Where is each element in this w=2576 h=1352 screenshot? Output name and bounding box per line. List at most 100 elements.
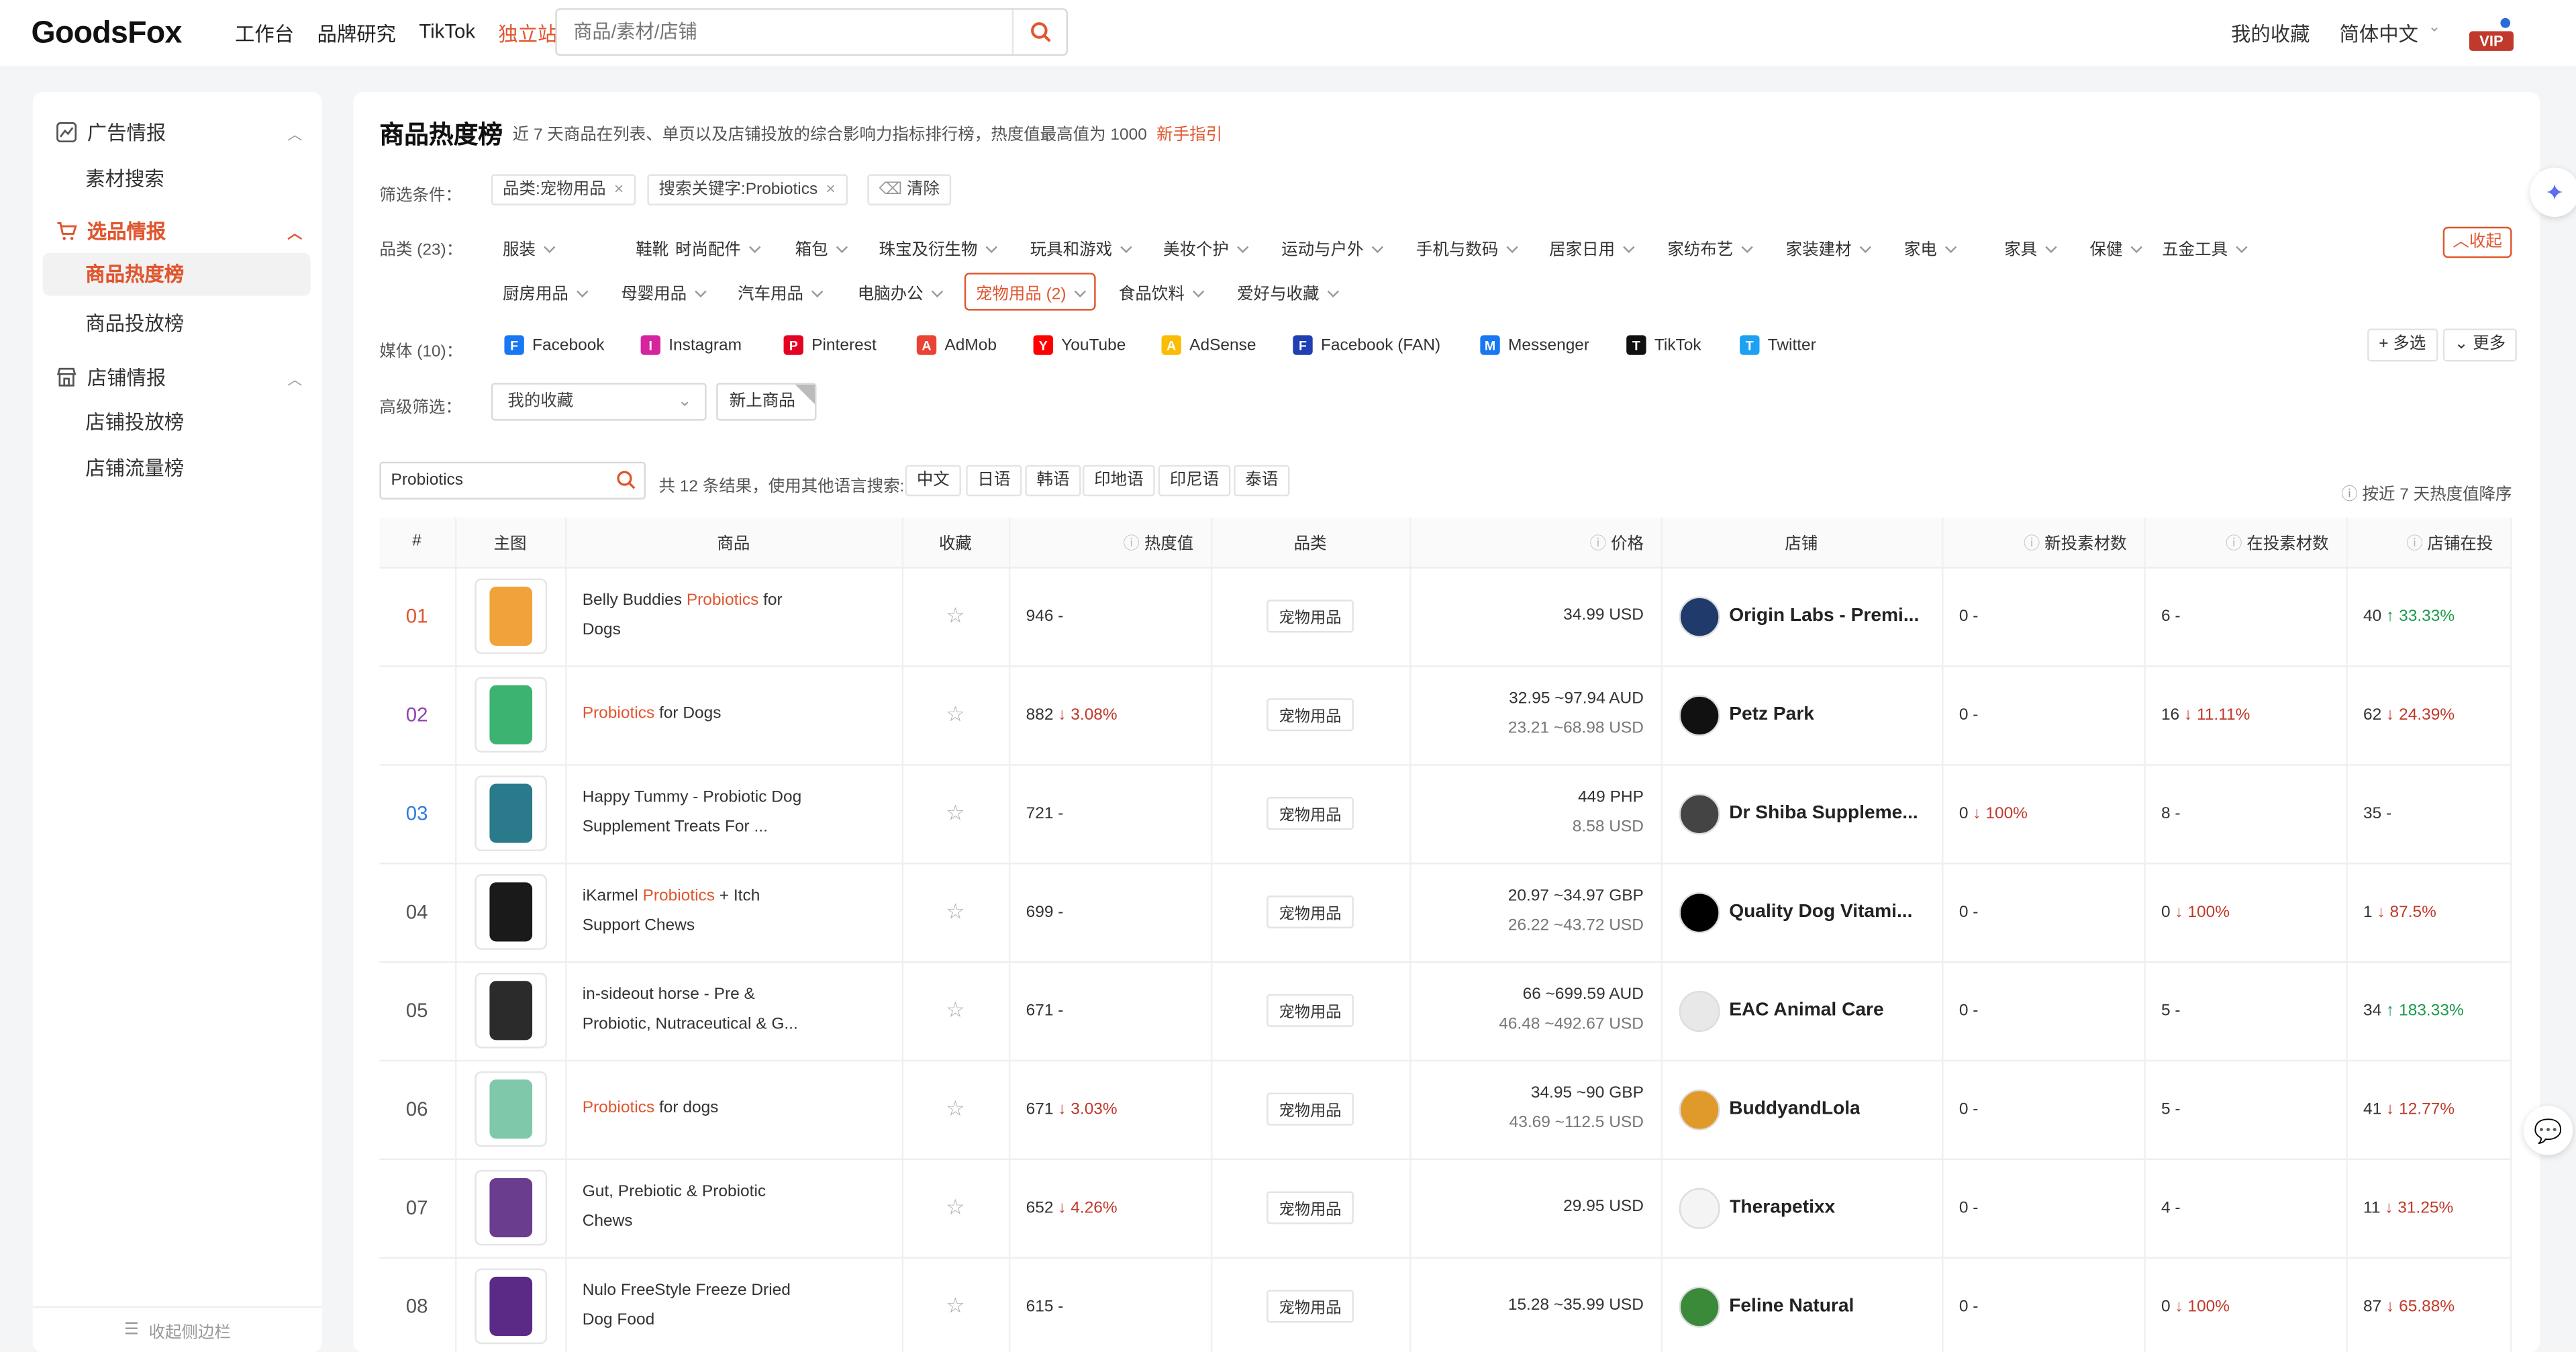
category-9[interactable]: 居家日用 [1549,235,1633,260]
logo[interactable]: GoodsFox [32,16,183,52]
star-icon[interactable]: ☆ [946,800,965,825]
product-name[interactable]: Probiotics for Dogs [566,700,812,730]
my-favorites-link[interactable]: 我的收藏 [2231,19,2310,48]
lang-search-4[interactable]: 印尼语 [1158,465,1231,497]
category-row2-1[interactable]: 母婴用品 [621,279,705,304]
sidebar-item-product-ad-rank[interactable]: 商品投放榜 [85,309,184,337]
sidebar-item-material-search[interactable]: 素材搜索 [85,164,164,193]
media-facebook-fan[interactable]: F Facebook (FAN) [1293,335,1440,355]
category-row2-0[interactable]: 厨房用品 [503,279,587,304]
category-14[interactable]: 保健 [2089,235,2140,260]
product-name-cell[interactable]: Probiotics for dogs [565,1059,903,1159]
nav-tiktok[interactable]: TikTok [419,19,475,48]
filter-chip-keyword[interactable]: 搜索关键字:Probiotics × [647,174,847,205]
favorites-select[interactable]: 我的收藏 ⌄ [491,383,707,421]
category-4[interactable]: 珠宝及衍生物 [879,235,996,260]
category-2[interactable]: 时尚配件 [675,235,759,260]
product-name-cell[interactable]: Belly Buddies Probiotics for Dogs [565,567,903,667]
shop-info[interactable]: BuddyandLola [1662,1061,1940,1157]
nav-workbench[interactable]: 工作台 [235,19,294,48]
shop-info[interactable]: EAC Animal Care [1662,962,1940,1058]
shop-name[interactable]: Dr Shiba Suppleme... [1729,804,1918,823]
shop-name[interactable]: Origin Labs - Premi... [1729,606,1919,626]
shop-name[interactable]: BuddyandLola [1729,1100,1861,1119]
table-row[interactable]: 02 Probiotics for Dogs ☆ 882 ↓ 3.08% 宠物用品 32.… [379,665,2512,765]
product-name[interactable]: Belly Buddies Probiotics for Dogs [566,587,812,646]
product-thumbnail[interactable] [474,1169,546,1246]
shop-cell[interactable]: EAC Animal Care [1661,961,1943,1061]
shop-cell[interactable]: Therapetixx [1661,1158,1943,1258]
product-name-cell[interactable]: Probiotics for Dogs [565,665,903,765]
collapse-sidebar-button[interactable]: ☰ 收起侧边栏 [32,1306,322,1352]
shop-name[interactable]: Petz Park [1729,705,1814,724]
star-icon[interactable]: ☆ [946,998,965,1022]
category-row2-3[interactable]: 电脑办公 [858,279,942,304]
product-thumbnail[interactable] [474,578,546,655]
product-thumbnail[interactable] [474,973,546,1049]
table-row[interactable]: 06 Probiotics for dogs ☆ 671 ↓ 3.03% 宠物用品 34.… [379,1059,2512,1159]
more-media-button[interactable]: ⌄ 更多 [2442,328,2518,362]
shop-cell[interactable]: Origin Labs - Premi... [1661,567,1943,667]
sidebar-item-product-heat-rank[interactable]: 商品热度榜 [42,252,311,296]
shop-info[interactable]: Petz Park [1662,667,1940,763]
table-row[interactable]: 08 Nulo FreeStyle Freeze Dried Dog Food ☆ 6… [379,1257,2512,1352]
lang-search-1[interactable]: 日语 [966,465,1022,497]
product-name[interactable]: Probiotics for dogs [566,1094,812,1124]
shop-info[interactable]: Origin Labs - Premi... [1662,568,1940,664]
category-10[interactable]: 家纺布艺 [1667,235,1751,260]
product-thumbnail[interactable] [474,1268,546,1345]
product-name-cell[interactable]: in-sideout horse - Pre & Probiotic, Nutr… [565,961,903,1061]
nav-independent-site[interactable]: 独立站 [498,19,557,48]
media-pinterest[interactable]: P Pinterest [783,335,877,355]
category-row2-2[interactable]: 汽车用品 [738,279,822,304]
new-products-toggle[interactable]: 新上商品 [716,383,817,421]
clear-filters-button[interactable]: ⌫ 清除 [867,174,952,205]
media-youtube[interactable]: Y YouTube [1033,335,1126,355]
lang-search-5[interactable]: 泰语 [1234,465,1290,497]
search-button[interactable] [1011,9,1067,54]
search-icon[interactable] [616,470,636,489]
category-3[interactable]: 箱包 [795,235,846,260]
multi-select-button[interactable]: + 多选 [2367,328,2438,362]
shop-info[interactable]: Dr Shiba Suppleme... [1662,765,1940,861]
table-row[interactable]: 01 Belly Buddies Probiotics for Dogs ☆ 946 … [379,567,2512,667]
nav-brand-research[interactable]: 品牌研究 [317,19,396,48]
product-thumbnail[interactable] [474,1071,546,1147]
category-11[interactable]: 家装建材 [1786,235,1870,260]
shop-cell[interactable]: Dr Shiba Suppleme... [1661,764,1943,864]
category-row2-6[interactable]: 爱好与收藏 [1237,279,1337,304]
filter-chip-category[interactable]: 品类:宠物用品 × [491,174,636,205]
category-6[interactable]: 美妆个护 [1163,235,1247,260]
product-thumbnail[interactable] [474,775,546,851]
product-name[interactable]: Happy Tummy - Probiotic Dog Supplement T… [566,784,812,843]
sidebar-item-store-traffic-rank[interactable]: 店铺流量榜 [85,454,184,482]
category-12[interactable]: 家电 [1904,235,1955,260]
product-name[interactable]: Nulo FreeStyle Freeze Dried Dog Food [566,1277,812,1336]
shop-name[interactable]: EAC Animal Care [1729,1001,1883,1020]
global-search-input[interactable] [556,9,1001,54]
product-name[interactable]: Gut, Prebiotic & Probiotic Chews [566,1178,812,1237]
shop-name[interactable]: Feline Natural [1729,1296,1854,1316]
star-icon[interactable]: ☆ [946,1096,965,1121]
lang-search-3[interactable]: 印地语 [1083,465,1155,497]
close-icon[interactable]: × [826,181,835,199]
product-name-cell[interactable]: Nulo FreeStyle Freeze Dried Dog Food [565,1257,903,1352]
ai-assistant-button[interactable]: ✦ [2530,167,2576,218]
category-15[interactable]: 五金工具 [2162,235,2246,260]
category-row2-4[interactable]: 宠物用品 (2) [964,273,1096,311]
shop-info[interactable]: Quality Dog Vitami... [1662,863,1940,959]
sidebar-group-product-intel[interactable]: 选品情报 ︿ [56,217,302,245]
close-icon[interactable]: × [614,181,624,199]
table-row[interactable]: 07 Gut, Prebiotic & Probiotic Chews ☆ 652 ↓… [379,1158,2512,1258]
table-row[interactable]: 04 iKarmel Probiotics + Itch Support Chew… [379,863,2512,963]
product-thumbnail[interactable] [474,874,546,950]
category-13[interactable]: 家具 [2004,235,2055,260]
table-row[interactable]: 03 Happy Tummy - Probiotic Dog Supplement… [379,764,2512,864]
category-0[interactable]: 服装 [503,235,554,260]
category-row2-5[interactable]: 食品饮料 [1119,279,1203,304]
table-row[interactable]: 05 in-sideout horse - Pre & Probiotic, Nu… [379,961,2512,1061]
shop-info[interactable]: Therapetixx [1662,1159,1940,1255]
product-thumbnail[interactable] [474,677,546,753]
vip-badge[interactable]: VIP [2469,31,2514,51]
chat-support-button[interactable]: 💬 [2523,1106,2573,1155]
